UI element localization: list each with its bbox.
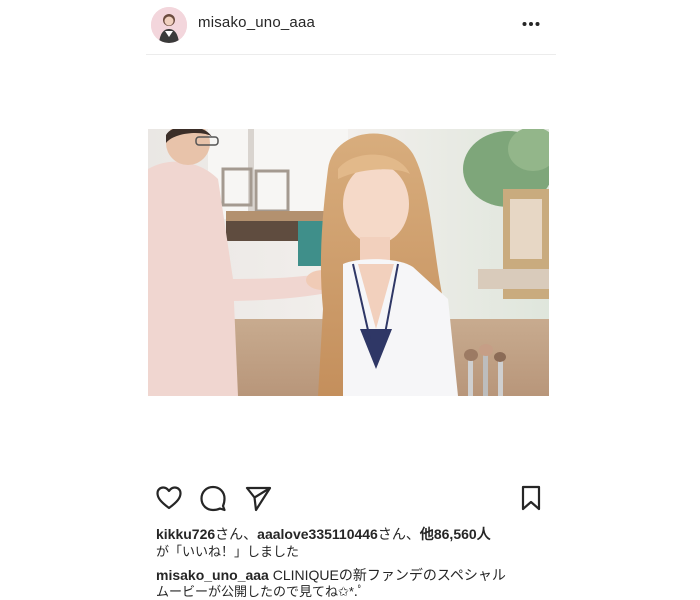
likes-others-count[interactable]: 他86,560人 (420, 526, 491, 542)
header-username[interactable]: misako_uno_aaa (198, 14, 315, 31)
likes-summary: kikku726さん、aaalove335110446さん、他86,560人 (156, 525, 491, 543)
instagram-post: misako_uno_aaa kikku726さん、aaalove3351104… (0, 0, 700, 600)
liker-username-2[interactable]: aaalove335110446 (257, 526, 378, 542)
caption: misako_uno_aaa CLINIQUEの新ファンデのスペシャル (156, 566, 506, 584)
likes-suffix: が「いいね！」しました (156, 544, 300, 559)
profile-avatar-icon (151, 7, 187, 43)
heart-icon[interactable] (155, 484, 183, 512)
more-horizontal-icon[interactable] (520, 13, 542, 35)
caption-username[interactable]: misako_uno_aaa (156, 567, 269, 583)
makeup-photo (148, 129, 549, 396)
comment-bubble-icon[interactable] (199, 484, 227, 512)
post-header: misako_uno_aaa (146, 0, 556, 55)
caption-text-2: ムービーが公開したので見てね✩*.ﾟ (156, 584, 365, 599)
caption-text-1: CLINIQUEの新ファンデのスペシャル (268, 567, 506, 583)
likes-separator-2: さん、 (377, 526, 420, 542)
liker-username-1[interactable]: kikku726 (156, 526, 215, 542)
avatar[interactable] (151, 7, 187, 43)
bookmark-icon[interactable] (517, 484, 545, 512)
likes-separator-1: さん、 (215, 526, 258, 542)
post-photo[interactable] (148, 129, 549, 396)
paper-plane-icon[interactable] (244, 484, 272, 512)
